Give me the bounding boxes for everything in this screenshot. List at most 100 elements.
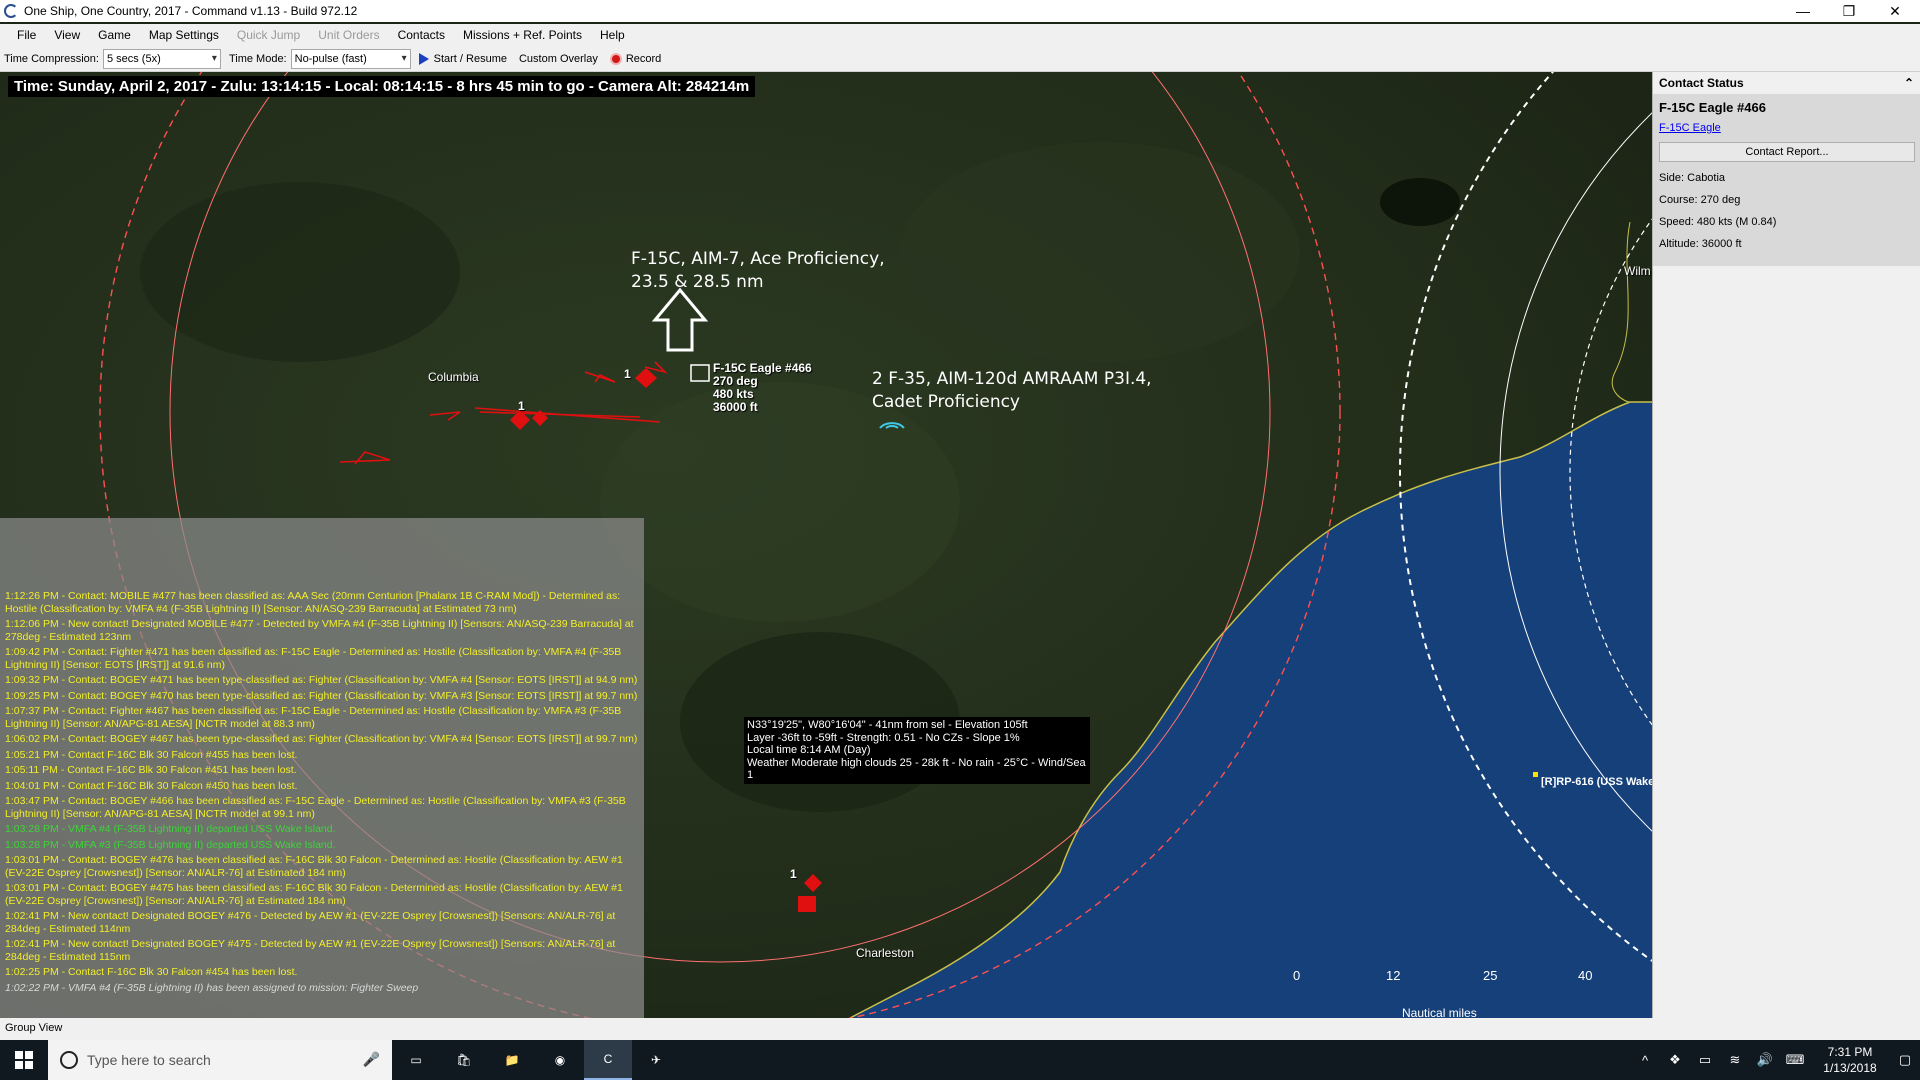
annotation-f35: 2 F-35, AIM-120d AMRAAM P3I.4, Cadet Pro…	[872, 368, 1152, 414]
log-message: 1:05:21 PM - Contact F-16C Blk 30 Falcon…	[5, 748, 298, 761]
log-message: 1:09:25 PM - Contact: BOGEY #470 has bee…	[5, 689, 638, 702]
log-message: 1:02:41 PM - New contact! Designated BOG…	[5, 910, 616, 935]
custom-overlay-button[interactable]: Custom Overlay	[519, 53, 598, 65]
annotation-f15c-line1: F-15C, AIM-7, Ace Proficiency,	[631, 249, 885, 269]
cursor-local-time: Local time 8:14 AM (Day)	[747, 744, 871, 756]
dropbox-icon[interactable]: ❖	[1660, 1052, 1690, 1068]
time-mode-value: No-pulse (fast)	[294, 52, 367, 65]
file-explorer-icon[interactable]: 📁	[488, 1040, 536, 1080]
city-wilmington: Wilm	[1624, 264, 1651, 278]
close-button[interactable]: ✕	[1872, 0, 1918, 22]
window-title-bar: One Ship, One Country, 2017 - Command v1…	[0, 0, 1920, 22]
annotation-f15c-line2: 23.5 & 28.5 nm	[631, 272, 764, 292]
menu-bar: File View Game Map Settings Quick Jump U…	[0, 24, 1920, 46]
log-message: 1:04:01 PM - Contact F-16C Blk 30 Falcon…	[5, 779, 298, 792]
time-compression-select[interactable]: 5 secs (5x) ▾	[102, 48, 221, 69]
menu-contacts[interactable]: Contacts	[389, 28, 454, 42]
pinned-app-icon[interactable]: ✈	[632, 1040, 680, 1080]
annotation-f35-line2: Cadet Proficiency	[872, 392, 1020, 412]
play-icon	[418, 52, 429, 65]
search-placeholder: Type here to search	[87, 1052, 211, 1068]
windows-icon	[15, 1051, 33, 1069]
app-icon	[4, 4, 18, 18]
menu-map-settings[interactable]: Map Settings	[140, 28, 228, 42]
scale-tick: 40	[1578, 968, 1593, 983]
log-message: 1:02:22 PM - VMFA #4 (F-35B Lightning II…	[5, 981, 419, 994]
menu-help[interactable]: Help	[591, 28, 634, 42]
notifications-icon[interactable]: ▢	[1890, 1052, 1920, 1068]
log-message: 1:07:37 PM - Contact: Fighter #467 has b…	[5, 705, 622, 730]
contact-course: Course: 270 deg	[1659, 194, 1741, 206]
store-icon[interactable]: 🛍	[440, 1040, 488, 1080]
microphone-icon[interactable]: 🎤	[363, 1051, 380, 1068]
contact-class-link[interactable]: F-15C Eagle	[1659, 122, 1914, 134]
start-resume-label: Start / Resume	[433, 52, 507, 65]
chrome-icon[interactable]: ◉	[536, 1040, 584, 1080]
menu-view[interactable]: View	[45, 28, 89, 42]
log-message: 1:03:01 PM - Contact: BOGEY #475 has bee…	[5, 882, 623, 907]
log-message: 1:12:06 PM - New contact! Designated MOB…	[5, 618, 634, 643]
time-mode-label: Time Mode:	[228, 52, 287, 65]
unit-altitude: 36000 ft	[713, 400, 758, 414]
log-message: 1:05:11 PM - Contact F-16C Blk 30 Falcon…	[5, 764, 297, 776]
selected-unit-label[interactable]: F-15C Eagle #466 270 deg 480 kts 36000 f…	[713, 362, 812, 414]
log-message: 1:03:47 PM - Contact: BOGEY #466 has bee…	[5, 795, 626, 820]
annotation-f15c: F-15C, AIM-7, Ace Proficiency, 23.5 & 28…	[631, 248, 885, 294]
menu-unit-orders: Unit Orders	[318, 28, 380, 42]
window-title: One Ship, One Country, 2017 - Command v1…	[24, 4, 358, 18]
reference-point-label[interactable]: [R]RP-616 (USS Wake	[1541, 776, 1652, 788]
message-log[interactable]: 1:12:26 PM - Contact: MOBILE #477 has be…	[0, 518, 644, 1018]
record-label: Record	[625, 52, 662, 65]
contact-status-panel: Contact Status ⌃ F-15C Eagle #466 F-15C …	[1652, 72, 1920, 1018]
status-bar: Group View	[0, 1018, 1920, 1040]
toolbar: Time Compression: 5 secs (5x) ▾ Time Mod…	[0, 46, 1920, 72]
time-status-bar: Time: Sunday, April 2, 2017 - Zulu: 13:1…	[8, 76, 756, 97]
task-view-icon[interactable]: ▭	[392, 1040, 440, 1080]
log-message: 1:12:26 PM - Contact: MOBILE #477 has be…	[5, 590, 621, 615]
log-message: 1:09:42 PM - Contact: Fighter #471 has b…	[5, 646, 622, 671]
record-button[interactable]: Record	[609, 52, 662, 65]
log-message: 1:03:28 PM - VMFA #3 (F-35B Lightning II…	[5, 838, 336, 851]
city-columbia: Columbia	[428, 370, 479, 384]
log-message: 1:03:01 PM - Contact: BOGEY #476 has bee…	[5, 854, 623, 879]
chevron-up-icon[interactable]: ⌃	[1904, 76, 1914, 90]
chevron-up-icon[interactable]: ^	[1630, 1053, 1660, 1068]
contact-speed: Speed: 480 kts (M 0.84)	[1659, 216, 1777, 228]
annotation-f35-line1: 2 F-35, AIM-120d AMRAAM P3I.4,	[872, 369, 1152, 389]
message-list: 1:12:26 PM - Contact: MOBILE #477 has be…	[5, 590, 644, 994]
taskbar-clock[interactable]: 7:31 PM 1/13/2018	[1810, 1044, 1890, 1076]
panel-title: Contact Status	[1659, 76, 1744, 90]
clock-time: 7:31 PM	[1827, 1045, 1873, 1059]
contact-name: F-15C Eagle #466	[1659, 100, 1766, 115]
start-resume-button[interactable]: Start / Resume	[418, 52, 507, 65]
command-app-icon[interactable]: C	[584, 1040, 632, 1080]
volume-icon[interactable]: 🔊	[1750, 1052, 1780, 1068]
group-view-label: Group View	[5, 1022, 63, 1034]
scale-tick: 12	[1386, 968, 1401, 983]
battery-icon[interactable]: ▭	[1690, 1052, 1720, 1068]
clock-date: 1/13/2018	[1823, 1061, 1877, 1075]
taskbar-search[interactable]: Type here to search 🎤	[48, 1040, 392, 1080]
start-button[interactable]	[0, 1040, 48, 1080]
scale-tick: 25	[1483, 968, 1498, 983]
map-cursor-info: N33°19'25", W80°16'04" - 41nm from sel -…	[744, 717, 1090, 784]
group-count: 1	[790, 867, 797, 881]
cursor-layer: Layer -36ft to -59ft - Strength: 0.51 - …	[747, 731, 1020, 744]
keyboard-icon[interactable]: ⌨	[1780, 1052, 1810, 1068]
tactical-map[interactable]: Time: Sunday, April 2, 2017 - Zulu: 13:1…	[0, 72, 1652, 1018]
panel-header: Contact Status ⌃	[1653, 72, 1920, 94]
custom-overlay-label: Custom Overlay	[518, 52, 598, 65]
minimize-button[interactable]: —	[1780, 0, 1826, 22]
record-icon	[609, 52, 622, 65]
menu-missions-ref-points[interactable]: Missions + Ref. Points	[454, 28, 591, 42]
chevron-down-icon: ▾	[401, 52, 407, 64]
log-message: 1:02:41 PM - New contact! Designated BOG…	[5, 938, 616, 963]
maximize-button[interactable]: ❐	[1826, 0, 1872, 22]
wifi-icon[interactable]: ≋	[1720, 1052, 1750, 1068]
time-mode-select[interactable]: No-pulse (fast) ▾	[290, 48, 411, 69]
menu-file[interactable]: File	[8, 28, 45, 42]
contact-altitude: Altitude: 36000 ft	[1659, 238, 1742, 250]
contact-report-button[interactable]: Contact Report...	[1659, 142, 1915, 162]
menu-game[interactable]: Game	[89, 28, 140, 42]
cursor-coords: N33°19'25", W80°16'04" - 41nm from sel -…	[747, 719, 1028, 731]
